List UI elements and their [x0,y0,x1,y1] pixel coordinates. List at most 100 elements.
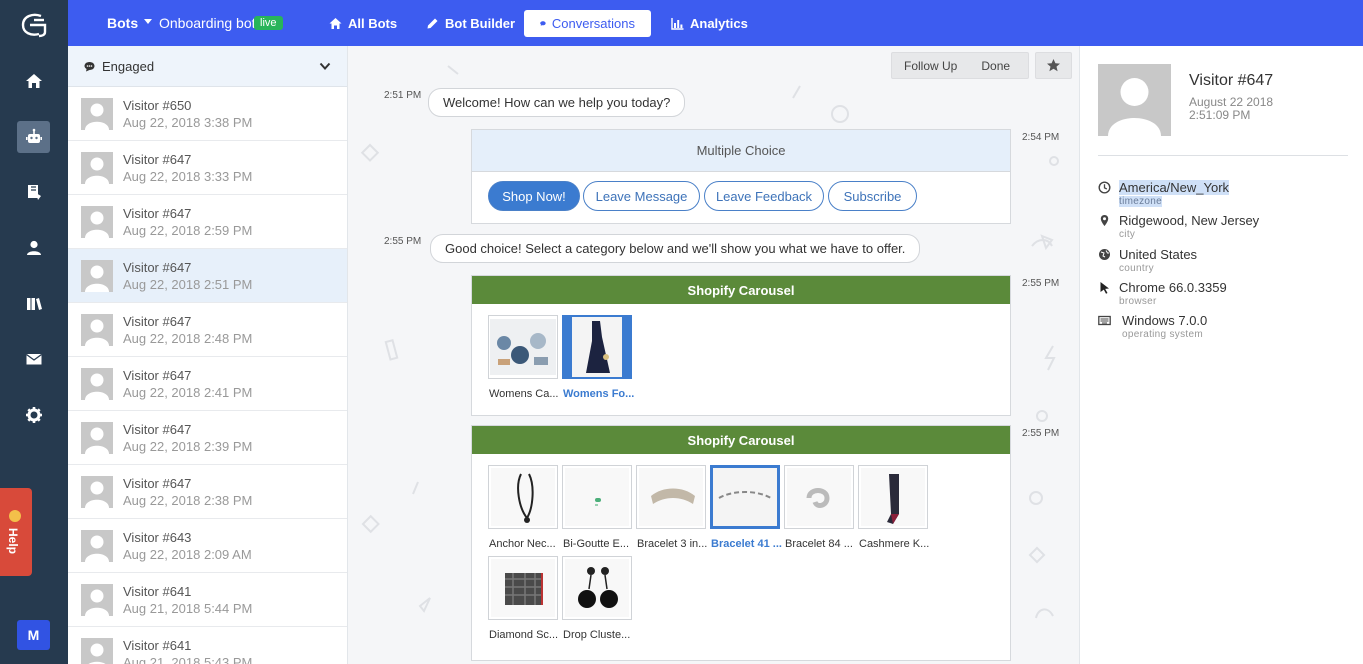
cursor-icon [1100,282,1109,294]
product-thumbnail[interactable] [488,465,558,529]
tab-all-bots[interactable]: All Bots [313,10,413,37]
visitor-row[interactable]: Visitor #647 Aug 22, 2018 2:38 PM [68,465,347,519]
divider [1098,155,1348,156]
filter-dropdown[interactable]: Engaged [68,46,347,87]
visitor-row[interactable]: Visitor #641 Aug 21, 2018 5:43 PM [68,627,347,664]
keyboard-icon [1098,315,1111,326]
tab-label: Analytics [690,16,748,31]
user-silhouette-icon [85,427,109,454]
app-logo-icon[interactable] [19,12,49,38]
choice-leave-feedback[interactable]: Leave Feedback [704,181,824,211]
product-image-icon [565,468,629,526]
product-thumbnail[interactable] [488,556,558,620]
attr-label-timezone: timezone [1119,196,1162,207]
visitor-time: Aug 22, 2018 2:51 PM [123,277,253,292]
visitor-time: Aug 22, 2018 3:33 PM [123,169,253,184]
star-icon [1047,59,1060,72]
card-title: Shopify Carousel [472,276,1010,304]
choice-shop-now[interactable]: Shop Now! [488,181,580,211]
caret-down-icon[interactable] [144,19,152,24]
visitor-name: Visitor #647 [123,368,192,383]
tab-conversations[interactable]: Conversations [524,10,651,37]
visitor-row[interactable]: Visitor #641 Aug 21, 2018 5:44 PM [68,573,347,627]
attr-label-os: operating system [1122,329,1203,340]
attr-label-country: country [1119,263,1154,274]
bot-message: Good choice! Select a category below and… [430,234,921,263]
avatar [81,422,113,454]
visitor-row[interactable]: Visitor #647 Aug 22, 2018 2:51 PM [68,249,347,303]
visitor-row[interactable]: Visitor #647 Aug 22, 2018 2:59 PM [68,195,347,249]
user-silhouette-icon [85,373,109,400]
attr-value-timezone[interactable]: America/New_York [1119,180,1230,195]
visitor-name: Visitor #647 [123,206,192,221]
conversation-actions: Follow Up Done [891,52,1029,79]
rail-library[interactable] [17,288,50,320]
avatar [1098,64,1171,136]
visitor-name: Visitor #647 [123,260,192,275]
message-time: 2:55 PM [1022,428,1060,439]
bot-name[interactable]: Onboarding bot [159,15,256,31]
visitor-name: Visitor #641 [123,584,192,599]
product-thumbnail[interactable] [562,556,632,620]
tab-label: Conversations [551,16,635,31]
tab-analytics[interactable]: Analytics [655,10,764,37]
tab-bot-builder[interactable]: Bot Builder [410,10,531,37]
product-thumbnail[interactable] [636,465,706,529]
help-icon [9,510,21,522]
rail-bots[interactable] [17,121,50,153]
star-button[interactable] [1035,52,1072,79]
attr-label-city: city [1119,229,1136,240]
product-image-icon [491,559,555,617]
done-button[interactable]: Done [969,59,1022,73]
choice-subscribe[interactable]: Subscribe [828,181,917,211]
map-pin-icon [1100,215,1109,226]
product-thumbnail[interactable] [488,315,558,379]
avatar [81,584,113,616]
visitor-time: Aug 22, 2018 2:09 AM [123,547,252,562]
clock-icon [1098,181,1111,194]
visitor-row[interactable]: Visitor #647 Aug 22, 2018 2:41 PM [68,357,347,411]
shopify-carousel-card: Shopify Carousel Anchor Nec... Bi-Goutte … [471,425,1011,661]
avatar [81,314,113,346]
product-label: Womens Fo... [563,388,635,400]
product-thumbnail[interactable] [710,465,780,529]
product-image-icon [572,317,622,377]
rail-settings[interactable] [17,399,50,431]
product-thumbnail[interactable] [858,465,928,529]
visitor-time: Aug 22, 2018 2:41 PM [123,385,253,400]
multiple-choice-card: Multiple Choice Shop Now! Leave Message … [471,129,1011,224]
rail-content[interactable] [17,176,50,208]
live-status-badge: live [254,16,283,30]
product-image-icon [490,319,556,375]
choice-leave-message[interactable]: Leave Message [583,181,700,211]
visitor-row[interactable]: Visitor #643 Aug 22, 2018 2:09 AM [68,519,347,573]
product-label: Cashmere K... [859,538,930,550]
visitor-list-panel: Engaged Visitor #650 Aug 22, 2018 3:38 PM… [68,46,348,664]
visitor-date-time: 2:51:09 PM [1189,108,1251,122]
product-thumbnail[interactable] [784,465,854,529]
bots-dropdown[interactable]: Bots [107,15,138,31]
user-silhouette-icon [85,319,109,346]
product-image-icon [713,468,777,526]
book-icon [27,185,41,200]
product-thumbnail[interactable] [562,465,632,529]
message-time: 2:55 PM [384,236,422,247]
visitor-row[interactable]: Visitor #647 Aug 22, 2018 2:39 PM [68,411,347,465]
help-tab[interactable]: Help [0,488,32,576]
visitor-name: Visitor #650 [123,98,192,113]
rail-mail[interactable] [17,343,50,375]
avatar [81,152,113,184]
user-silhouette-icon [1108,78,1161,136]
card-title: Multiple Choice [472,130,1010,172]
follow-up-button[interactable]: Follow Up [892,59,969,73]
visitor-rows: Visitor #650 Aug 22, 2018 3:38 PM Visitor … [68,87,347,664]
account-badge[interactable]: M [17,620,50,650]
visitor-row[interactable]: Visitor #650 Aug 22, 2018 3:38 PM [68,87,347,141]
rail-home[interactable] [17,65,50,97]
visitor-row[interactable]: Visitor #647 Aug 22, 2018 2:48 PM [68,303,347,357]
home-icon [25,74,42,88]
rail-users[interactable] [17,232,50,264]
product-thumbnail[interactable] [562,315,632,379]
product-label: Bracelet 3 in... [637,538,708,550]
visitor-row[interactable]: Visitor #647 Aug 22, 2018 3:33 PM [68,141,347,195]
